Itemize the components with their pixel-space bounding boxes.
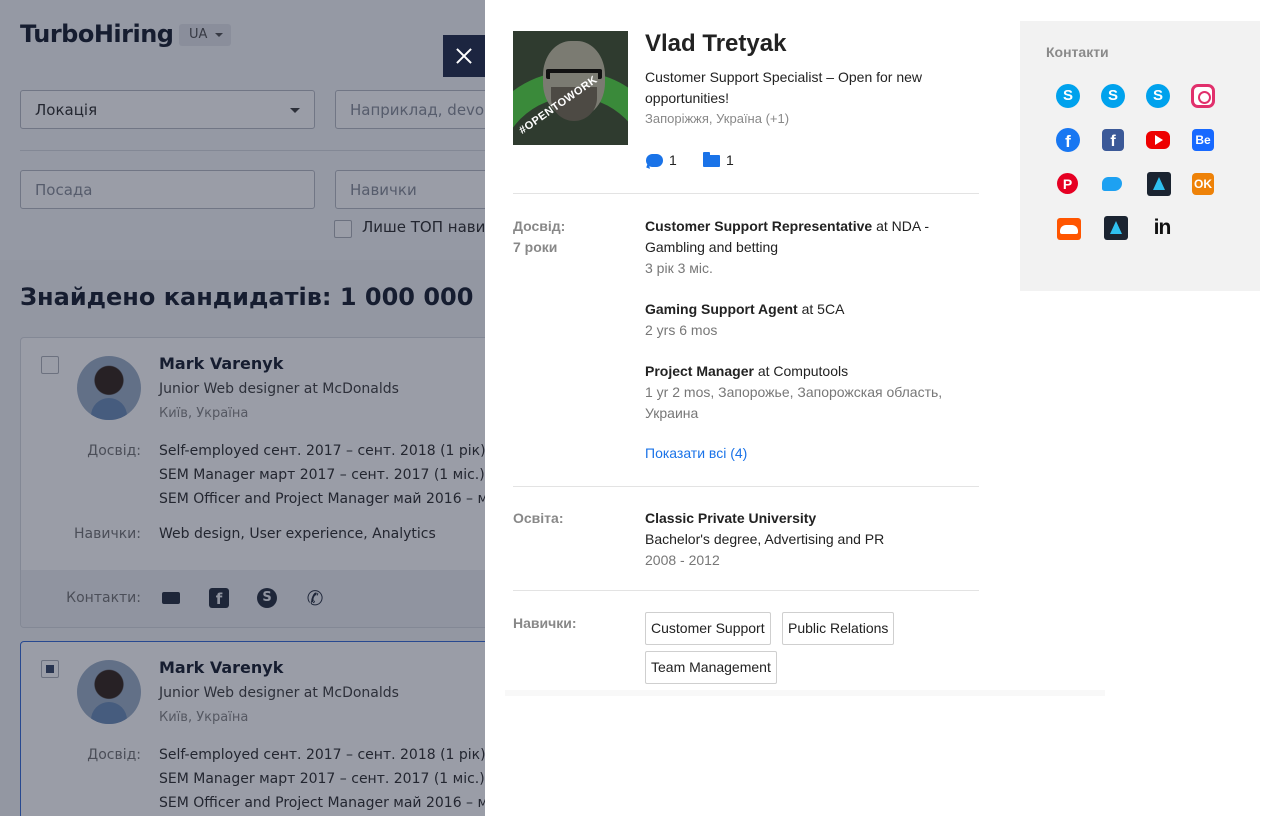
- behance-icon[interactable]: Be: [1192, 129, 1214, 151]
- job-entry: Project Manager at Computools 1 yr 2 mos…: [645, 361, 945, 424]
- job-title: Gaming Support Agent: [645, 301, 798, 317]
- skill-tag: Customer Support: [645, 612, 771, 645]
- odnoklassniki-icon[interactable]: OK: [1192, 173, 1214, 195]
- panel-bottom-edge: [505, 690, 1105, 696]
- folder-icon: [703, 152, 720, 167]
- facebook-icon[interactable]: f: [1056, 128, 1080, 152]
- linkedin-icon[interactable]: in: [1150, 216, 1174, 240]
- close-panel-button[interactable]: [443, 35, 485, 77]
- comment-icon: [646, 154, 663, 167]
- facebook-square-icon[interactable]: f: [1102, 129, 1124, 151]
- skype-icon[interactable]: S: [1146, 84, 1170, 108]
- job-title: Project Manager: [645, 363, 754, 379]
- contacts-title: Контакти: [1046, 44, 1109, 60]
- experience-label: Досвід:: [513, 218, 566, 234]
- artstation-icon[interactable]: [1147, 172, 1171, 196]
- job-company: Computools: [773, 363, 849, 379]
- job-at: at: [876, 218, 888, 234]
- youtube-icon[interactable]: [1146, 131, 1170, 149]
- profile-location[interactable]: Запоріжжя, Україна (+1): [645, 111, 789, 126]
- skill-tag: Team Management: [645, 651, 777, 684]
- job-at: at: [801, 301, 814, 317]
- section-divider: [513, 193, 979, 194]
- section-divider: [513, 590, 979, 591]
- education-entry: Classic Private University Bachelor's de…: [645, 508, 965, 571]
- comments-count: 1: [669, 152, 677, 168]
- profile-panel: #OPENTOWORK Vlad Tretyak Customer Suppor…: [485, 0, 1280, 816]
- artstation-icon[interactable]: [1104, 216, 1128, 240]
- job-entry: Customer Support Representative at NDA -…: [645, 216, 945, 279]
- pinterest-icon[interactable]: P: [1057, 173, 1078, 194]
- job-at: at: [757, 363, 770, 379]
- skill-tag: Public Relations: [782, 612, 895, 645]
- job-title: Customer Support Representative: [645, 218, 873, 234]
- education-label: Освіта:: [513, 510, 564, 526]
- job-company: 5CA: [817, 301, 845, 317]
- profile-name: Vlad Tretyak: [645, 30, 787, 57]
- experience-section-label: Досвід: 7 роки: [513, 216, 565, 258]
- experience-total: 7 роки: [513, 239, 558, 255]
- skype-icon[interactable]: S: [1056, 84, 1080, 108]
- skype-icon[interactable]: S: [1101, 84, 1125, 108]
- job-duration: 2 yrs 6 mos: [645, 322, 718, 338]
- job-entry: Gaming Support Agent at 5CA 2 yrs 6 mos: [645, 299, 945, 341]
- profile-photo: #OPENTOWORK: [513, 31, 628, 145]
- contacts-panel: Контакти S S S f f Be P OK in: [1020, 21, 1260, 291]
- profile-headline: Customer Support Specialist – Open for n…: [645, 69, 923, 106]
- instagram-icon[interactable]: [1191, 84, 1215, 108]
- education-school: Classic Private University: [645, 510, 817, 526]
- twitter-icon[interactable]: [1100, 172, 1124, 196]
- folders-count: 1: [726, 152, 734, 168]
- show-all-experience-link[interactable]: Показати всі (4): [645, 445, 747, 461]
- job-duration: 3 рік 3 міс.: [645, 260, 713, 276]
- job-duration: 1 yr 2 mos, Запорожье, Запорожская облас…: [645, 384, 943, 421]
- soundcloud-icon[interactable]: [1057, 218, 1081, 240]
- education-degree: Bachelor's degree, Advertising and PR: [645, 531, 885, 547]
- section-divider: [513, 486, 979, 487]
- skills-label: Навички:: [513, 615, 577, 631]
- education-years: 2008 - 2012: [645, 552, 720, 568]
